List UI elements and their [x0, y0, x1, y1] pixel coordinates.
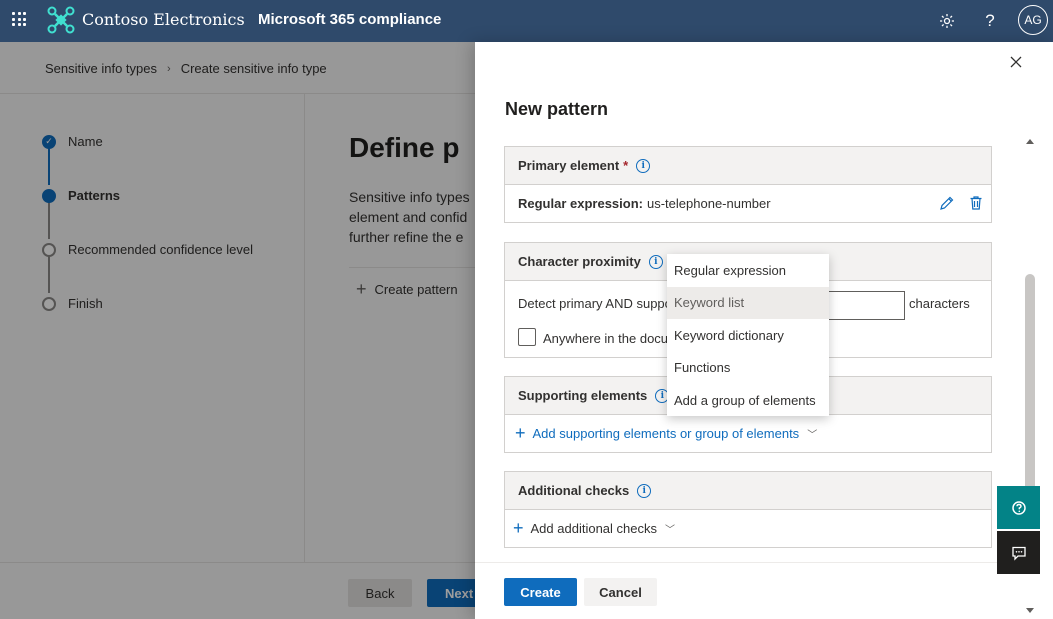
help-question-icon[interactable]: [997, 486, 1040, 529]
add-additional-checks-button[interactable]: + Add additional checks ﹀: [505, 510, 991, 546]
primary-element-card: Primary element * i Regular expression: …: [504, 146, 992, 223]
regex-row: Regular expression: us-telephone-number: [505, 185, 991, 221]
plus-icon: +: [513, 518, 524, 538]
trash-icon[interactable]: [968, 195, 984, 211]
anywhere-label: Anywhere in the docu: [543, 331, 669, 346]
card-title: Additional checks: [518, 483, 630, 498]
scrollbar-thumb[interactable]: [1025, 274, 1035, 499]
app-launcher-icon[interactable]: [12, 12, 26, 26]
chevron-down-icon: ﹀: [665, 524, 675, 536]
card-title: Character proximity: [518, 254, 641, 269]
info-icon[interactable]: i: [636, 158, 651, 173]
app-name[interactable]: Microsoft 365 compliance: [258, 11, 441, 28]
close-icon[interactable]: [1008, 54, 1024, 70]
menu-item-add-group[interactable]: Add a group of elements: [667, 384, 829, 417]
panel-title: New pattern: [505, 99, 609, 119]
additional-checks-card: Additional checks i + Add additional che…: [504, 471, 992, 548]
menu-item-keyword-list[interactable]: Keyword list: [667, 286, 829, 319]
characters-label: characters: [909, 296, 970, 311]
card-title: Supporting elements: [518, 388, 648, 403]
question-icon[interactable]: ?: [978, 9, 1002, 33]
menu-item-keyword-dictionary[interactable]: Keyword dictionary: [667, 319, 829, 352]
add-supporting-elements-button[interactable]: + Add supporting elements or group of el…: [505, 415, 991, 451]
plus-icon: +: [515, 423, 526, 443]
add-supporting-label: Add supporting elements or group of elem…: [532, 425, 800, 441]
info-icon[interactable]: i: [648, 254, 663, 269]
contoso-logo-icon: [47, 6, 75, 34]
edit-icon[interactable]: [939, 195, 955, 211]
regex-label: Regular expression:: [518, 195, 643, 211]
anywhere-checkbox[interactable]: [518, 328, 536, 346]
menu-item-functions[interactable]: Functions: [667, 352, 829, 385]
required-mark: *: [623, 158, 629, 173]
chevron-down-icon: ﹀: [807, 429, 818, 441]
cancel-button[interactable]: Cancel: [584, 578, 657, 606]
add-additional-checks-label: Add additional checks: [530, 520, 657, 536]
primary-element-header: Primary element * i: [505, 147, 991, 185]
scroll-down-icon[interactable]: [1026, 608, 1034, 613]
regex-value: us-telephone-number: [647, 195, 771, 211]
element-type-menu: Regular expression Keyword list Keyword …: [667, 254, 829, 416]
footer-divider: [475, 562, 1023, 563]
proximity-characters-input[interactable]: [825, 291, 905, 320]
create-button[interactable]: Create: [504, 578, 577, 606]
detect-text: Detect primary AND suppo: [518, 296, 672, 311]
card-title: Primary element: [518, 158, 620, 173]
menu-item-regular-expression[interactable]: Regular expression: [667, 254, 829, 287]
gear-icon[interactable]: [935, 9, 959, 33]
scroll-up-icon[interactable]: [1026, 139, 1034, 144]
additional-checks-header: Additional checks i: [505, 472, 991, 510]
top-bar: Contoso Electronics Microsoft 365 compli…: [0, 0, 1053, 42]
feedback-chat-icon[interactable]: [997, 531, 1040, 574]
info-icon[interactable]: i: [637, 483, 652, 498]
brand-name: Contoso Electronics: [82, 10, 245, 29]
avatar[interactable]: AG: [1018, 5, 1048, 35]
